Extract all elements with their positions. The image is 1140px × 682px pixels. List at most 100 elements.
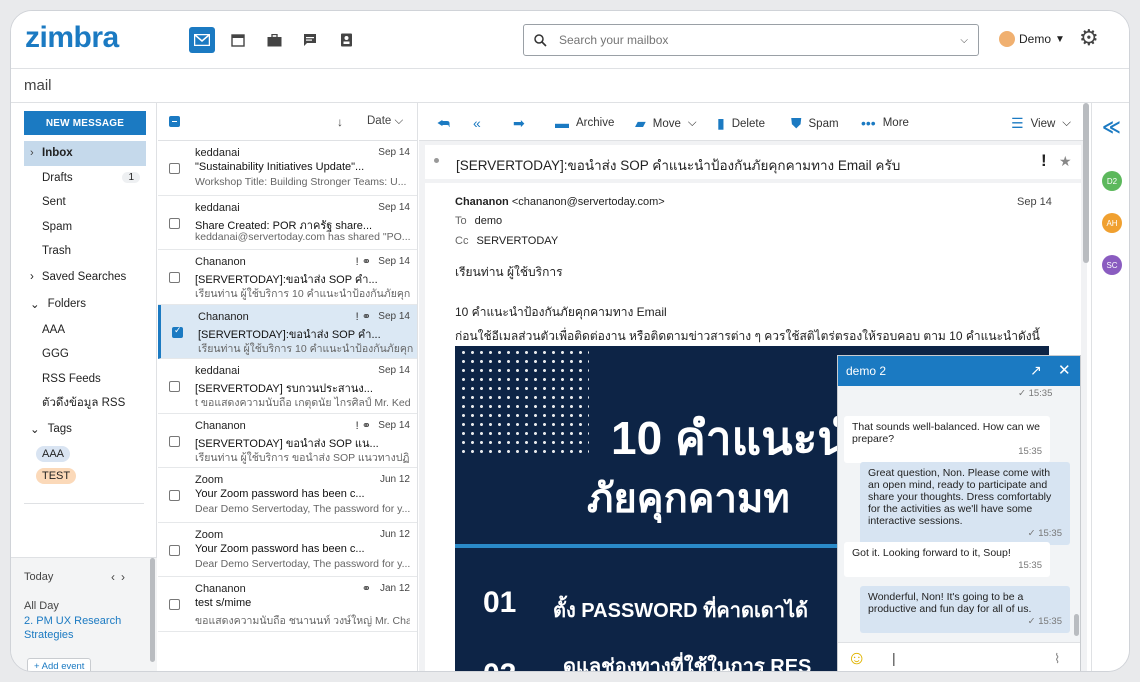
zimbra-chat-icon[interactable]: ≪ <box>1102 117 1121 138</box>
table-row[interactable]: Chananon! ⚭ Sep 14 [SERVERTODAY] ขอนำส่ง S… <box>158 414 417 468</box>
row-checkbox[interactable] <box>169 381 180 392</box>
sidebar-item-spam[interactable]: Spam <box>24 215 146 240</box>
row-checkbox[interactable] <box>169 544 180 556</box>
avatar[interactable]: D2 <box>1102 171 1122 191</box>
row-checkbox[interactable] <box>169 272 180 283</box>
sidebar-item-trash[interactable]: Trash <box>24 239 146 264</box>
sidebar-item-folder[interactable]: RSS Feeds <box>24 367 146 392</box>
row-date: Sep 14 <box>378 201 410 213</box>
to-value[interactable]: demo <box>475 215 503 227</box>
expand-icon[interactable]: ↗ <box>1030 362 1042 379</box>
sidebar-item-sent[interactable]: Sent <box>24 190 146 215</box>
row-from: Chananon <box>195 419 246 432</box>
email-date: Sep 14 <box>1017 196 1052 208</box>
chat-input-area[interactable]: ☺ | ⌇ <box>838 642 1080 671</box>
table-row[interactable]: Zoom Jun 12 Your Zoom password has been c.… <box>158 468 417 523</box>
table-row[interactable]: Chananon ⚭ Jan 12 test s/mime ขอแสดงความนับถ… <box>158 577 417 632</box>
row-checkbox[interactable] <box>169 490 180 501</box>
saved-searches-toggle[interactable]: › Saved Searches <box>24 264 146 291</box>
tip-1-text: ตั้ง PASSWORD ที่คาดเดาได้ <box>553 600 809 622</box>
cc-value[interactable]: SERVERTODAY <box>476 235 558 247</box>
sidebar-item-inbox[interactable]: › Inbox <box>24 141 146 166</box>
reply-all-button[interactable]: « <box>473 115 481 131</box>
sort-direction-icon[interactable]: ↓ <box>337 115 343 129</box>
chevron-down-icon: ⌵ <box>687 117 697 129</box>
sidebar-item-folder[interactable]: GGG <box>24 342 146 367</box>
priority-flag-icon[interactable]: ! <box>1041 151 1047 171</box>
row-checkbox[interactable] <box>169 435 180 447</box>
mini-calendar: Today ‹› All Day 2. PM UX Research Strat… <box>11 557 157 671</box>
tags-toggle[interactable]: ⌄ Tags <box>24 416 146 443</box>
sidebar-item-drafts[interactable]: Drafts 1 <box>24 166 146 191</box>
row-checkbox[interactable] <box>169 217 180 229</box>
delete-label: Delete <box>731 117 765 130</box>
attachment-icon[interactable]: ⌇ <box>1054 651 1060 667</box>
star-icon[interactable]: ★ <box>1059 153 1072 170</box>
table-row[interactable]: Chananon! ⚭Sep 14[SERVERTODAY]:ขอนำส่ง S… <box>158 304 417 359</box>
close-icon[interactable]: ✕ <box>1058 361 1071 379</box>
sidebar-item-folder[interactable]: ตัวดึงข้อมูล RSS <box>24 391 146 416</box>
sender[interactable]: Chananon <chananon@servertoday.com> <box>455 196 665 208</box>
sort-label: Date <box>367 115 392 127</box>
drafts-count-badge: 1 <box>122 172 140 184</box>
sort-dropdown[interactable]: Date ⌵ <box>367 115 403 128</box>
move-button[interactable]: ▰ Move ⌵ <box>635 115 697 132</box>
chat-app-icon[interactable] <box>297 27 323 53</box>
avatar[interactable]: AH <box>1102 213 1122 233</box>
row-checkbox[interactable] <box>169 163 180 174</box>
calendar-today-label[interactable]: Today <box>24 571 53 583</box>
archive-button[interactable]: ▬ Archive <box>555 115 614 131</box>
tag-aaa[interactable]: AAA <box>36 445 71 462</box>
new-message-button[interactable]: NEW MESSAGE <box>24 111 146 135</box>
user-menu[interactable]: Demo ▼ <box>999 31 1065 47</box>
chat-text-cursor[interactable]: | <box>892 650 896 666</box>
add-event-button[interactable]: + Add event <box>27 658 92 671</box>
table-row[interactable]: keddanai Sep 14 "Sustainability Initiative… <box>158 141 417 196</box>
unread-dot-icon[interactable] <box>434 158 439 163</box>
calendar-app-icon[interactable] <box>225 27 251 53</box>
delete-button[interactable]: ▮ Delete <box>717 115 765 132</box>
reply-button[interactable]: ⮪ <box>437 115 450 132</box>
tip-2-number: 02 <box>483 658 516 671</box>
chat-header: demo 2 ↗ ✕ <box>838 356 1080 386</box>
sidebar-scrollbar[interactable] <box>150 558 155 662</box>
chevron-down-icon[interactable]: ⌵ <box>960 35 968 46</box>
table-row[interactable]: Zoom Jun 12 Your Zoom password has been c.… <box>158 523 417 577</box>
row-subject: test s/mime <box>195 597 252 609</box>
calendar-event[interactable]: 2. PM UX Research Strategies <box>24 614 144 642</box>
spam-label: Spam <box>808 117 839 130</box>
row-checkbox[interactable] <box>172 325 183 338</box>
app-window: zimbra ⌵ Demo ▼ <box>10 10 1130 672</box>
search-input[interactable] <box>559 33 961 47</box>
sidebar-item-folder[interactable]: AAA <box>24 318 146 343</box>
search-box[interactable]: ⌵ <box>523 24 979 56</box>
all-day-label: All Day <box>24 600 59 612</box>
view-button[interactable]: ☰ View ⌵ <box>1011 115 1071 132</box>
calendar-nav-arrows[interactable]: ‹› <box>111 570 131 584</box>
briefcase-app-icon[interactable] <box>261 27 287 53</box>
row-preview: t ขอแสดงความนับถือ เกตุดนัย ไกรศิลป์ Mr.… <box>195 397 410 409</box>
email-heading: 10 คำแนะนำป้องกันภัยคุกคามทาง Email <box>455 305 667 319</box>
mail-app-icon[interactable] <box>189 27 215 53</box>
table-row[interactable]: keddanai Sep 14 [SERVERTODAY] รบกวนประสานง… <box>158 359 417 414</box>
reader-scrollbar[interactable] <box>1083 103 1089 263</box>
gear-icon[interactable]: ⚙ <box>1079 25 1099 51</box>
avatar[interactable]: SC <box>1102 255 1122 275</box>
folders-toggle[interactable]: ⌄ Folders <box>24 291 146 318</box>
contacts-app-icon[interactable] <box>333 27 359 53</box>
user-name: Demo <box>1019 32 1052 46</box>
table-row[interactable]: Chananon! ⚭Sep 14[SERVERTODAY]:ขอนำส่ง S… <box>158 250 417 305</box>
row-checkbox[interactable] <box>169 599 180 610</box>
table-row[interactable]: keddanai Sep 14 Share Created: POR ภาครัฐ … <box>158 196 417 250</box>
row-flags: ! ⚭ <box>355 256 371 268</box>
reply-all-icon: « <box>473 115 481 131</box>
zimbra-logo[interactable]: zimbra <box>25 21 119 55</box>
forward-button[interactable]: ➡ <box>513 115 525 132</box>
emoji-icon[interactable]: ☺ <box>847 648 866 670</box>
spam-button[interactable]: ⛊ Spam <box>791 115 839 132</box>
more-button[interactable]: ••• More <box>861 115 909 131</box>
select-all-checkbox[interactable] <box>169 116 180 127</box>
chat-scrollbar[interactable] <box>1074 614 1079 636</box>
tag-test[interactable]: TEST <box>36 467 77 484</box>
chat-message-text: Great question, Non. Please come with an… <box>868 467 1052 527</box>
